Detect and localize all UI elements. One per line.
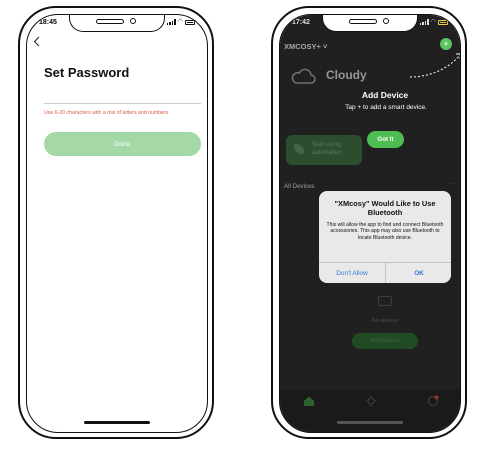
speaker-icon <box>349 19 377 24</box>
home-indicator <box>84 421 150 424</box>
signal-icon <box>166 19 176 25</box>
coach-mark-title: Add Device <box>361 90 409 100</box>
status-time: 18:45 <box>39 19 57 26</box>
dont-allow-button[interactable]: Don't Allow <box>319 263 385 283</box>
wifi-icon: ◠ <box>177 19 183 25</box>
dialog-message: This will allow the app to find and conn… <box>326 222 444 241</box>
battery-icon <box>185 19 195 25</box>
right-phone-frame: 17:42 ◠ XMCOSY+ ˅ + Cloudy Start using a… <box>271 6 467 439</box>
page-title: Set Password <box>44 65 130 80</box>
app-home-screen: 17:42 ◠ XMCOSY+ ˅ + Cloudy Start using a… <box>280 15 460 432</box>
camera-icon <box>130 18 136 24</box>
add-device-plus-button[interactable]: + <box>440 38 452 50</box>
got-it-button[interactable]: Got It <box>367 131 404 148</box>
left-phone-frame: 18:45 ◠ Set Password Use 6-20 characters… <box>18 6 214 439</box>
status-icons: ◠ <box>166 19 195 25</box>
speaker-icon <box>96 19 124 24</box>
password-input[interactable] <box>44 93 201 104</box>
home-indicator <box>337 421 403 424</box>
dialog-title: "XMcosy" Would Like to Use Bluetooth <box>334 199 436 217</box>
left-phone-screen: 18:45 ◠ Set Password Use 6-20 characters… <box>26 14 208 433</box>
camera-icon <box>383 18 389 24</box>
chevron-left-icon[interactable] <box>33 36 40 50</box>
battery-icon <box>438 19 448 25</box>
status-icons: ◠ <box>419 19 448 25</box>
bluetooth-permission-dialog: "XMcosy" Would Like to Use Bluetooth Thi… <box>319 191 451 283</box>
status-time: 17:42 <box>292 19 310 26</box>
ok-button[interactable]: OK <box>386 263 451 283</box>
signal-icon <box>419 19 429 25</box>
dashed-arrow-icon <box>409 53 460 78</box>
coach-mark-subtitle: Tap + to add a smart device. <box>345 104 427 111</box>
right-phone-screen: 17:42 ◠ XMCOSY+ ˅ + Cloudy Start using a… <box>279 14 461 433</box>
screenshot-canvas: 18:45 ◠ Set Password Use 6-20 characters… <box>0 0 483 450</box>
notch <box>69 15 165 32</box>
wifi-icon: ◠ <box>430 19 436 25</box>
notch <box>322 15 418 32</box>
done-button[interactable]: Done <box>44 132 201 156</box>
password-hint: Use 6-20 characters with a mix of letter… <box>44 110 169 116</box>
